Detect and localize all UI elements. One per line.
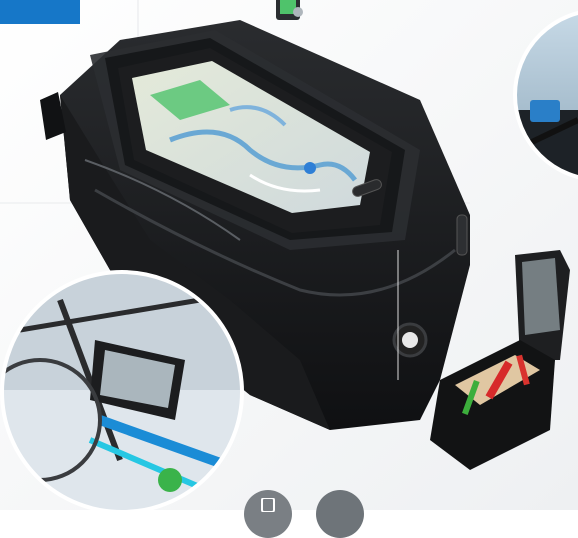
corner-badge [0,0,80,24]
bike-bag-illustration [0,0,578,514]
phone-icon[interactable] [244,490,292,538]
circle-button[interactable] [316,490,364,538]
product-image [0,0,578,514]
phone-touch-icon [268,0,308,22]
